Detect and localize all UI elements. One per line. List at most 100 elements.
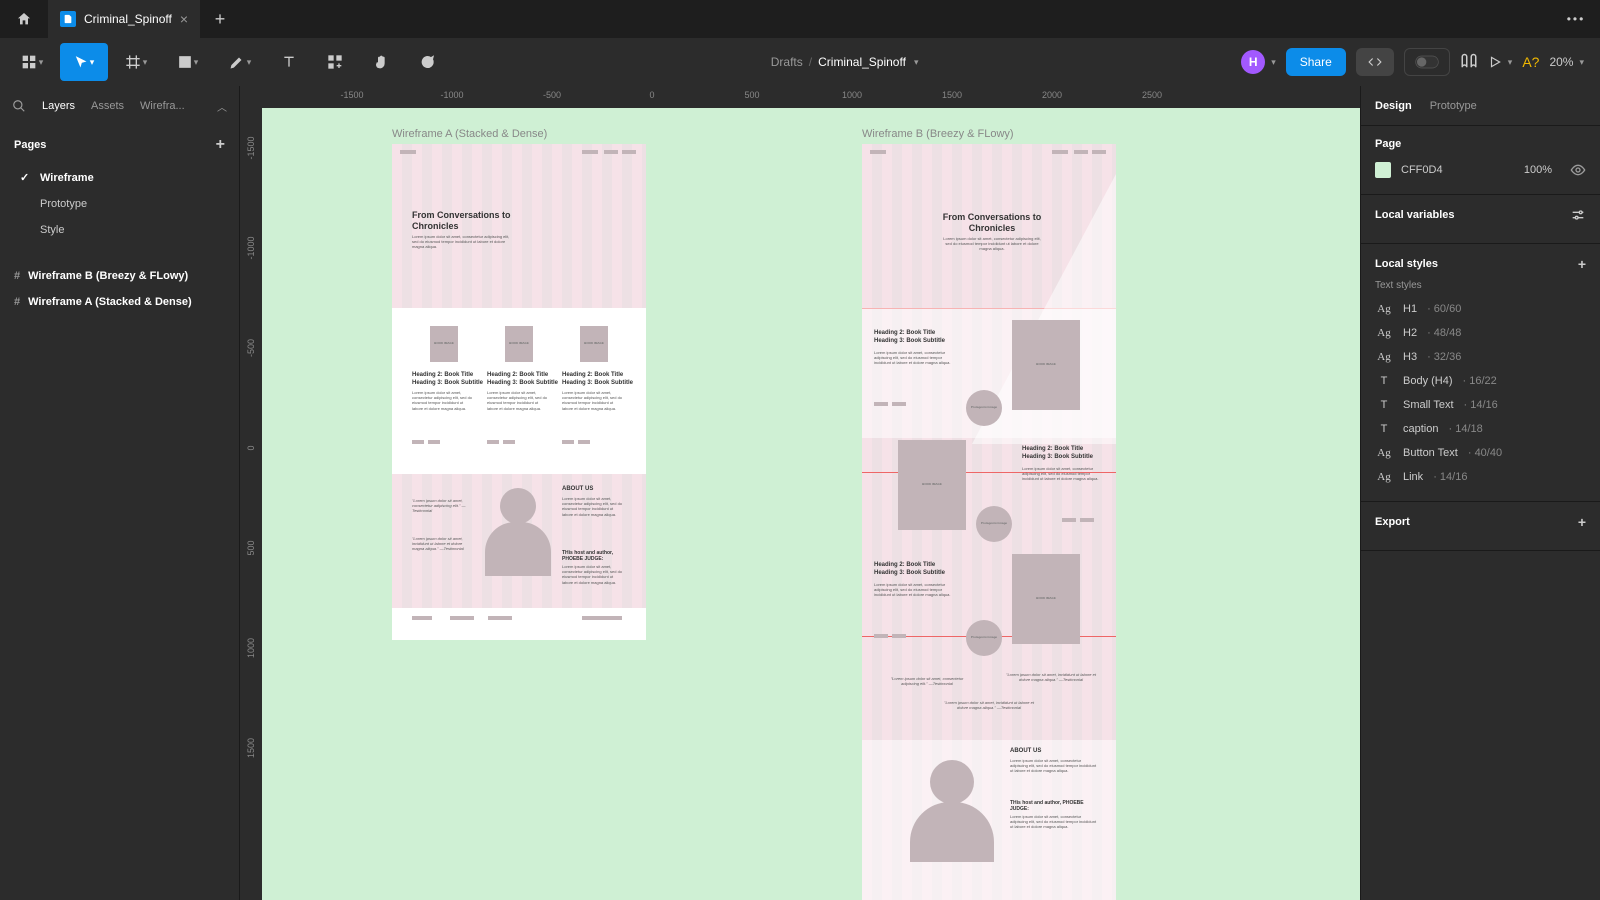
cta-pill bbox=[503, 440, 515, 444]
close-icon[interactable]: × bbox=[180, 11, 188, 27]
search-icon[interactable] bbox=[12, 99, 26, 113]
frame-tool-button[interactable]: ▾ bbox=[112, 43, 160, 81]
comment-tool-button[interactable] bbox=[406, 43, 448, 81]
ready-toggle[interactable] bbox=[1404, 48, 1450, 76]
chevron-down-icon: ▾ bbox=[143, 57, 148, 68]
wireframe-b[interactable]: From Conversations to Chronicles Lorem i… bbox=[862, 144, 1116, 900]
chevron-down-icon[interactable]: ▾ bbox=[914, 57, 919, 68]
body: Lorem ipsum dolor sit amet, consectetur … bbox=[874, 582, 958, 598]
chevron-down-icon: ▾ bbox=[90, 57, 95, 68]
eye-icon[interactable] bbox=[1570, 162, 1586, 178]
page-tab[interactable]: Wirefra... bbox=[140, 100, 185, 112]
add-style-button[interactable]: + bbox=[1578, 256, 1586, 272]
text-icon bbox=[281, 54, 297, 70]
book1-body: Lorem ipsum dolor sit amet, consectetur … bbox=[412, 390, 474, 411]
page-item[interactable]: Style bbox=[0, 217, 239, 243]
wireframe-a[interactable]: From Conversations to Chronicles Lorem i… bbox=[392, 144, 646, 640]
text-tool-button[interactable] bbox=[268, 43, 310, 81]
left-panel-tabs: Layers Assets Wirefra... ︿ bbox=[0, 86, 239, 126]
book-icon bbox=[1460, 53, 1478, 71]
zoom-control[interactable]: 20% ▾ bbox=[1549, 55, 1584, 69]
text-style-item[interactable]: AgH1 · 60/60 bbox=[1375, 297, 1586, 321]
library-button[interactable] bbox=[1460, 53, 1478, 71]
wf-a-about: "Lorem ipsum dolor sit amet, consectetur… bbox=[392, 474, 646, 604]
sliders-icon[interactable] bbox=[1570, 207, 1586, 223]
text-style-item[interactable]: TBody (H4) · 16/22 bbox=[1375, 369, 1586, 393]
add-page-button[interactable]: + bbox=[216, 136, 225, 154]
nav-pill bbox=[604, 150, 618, 154]
pen-tool-button[interactable]: ▾ bbox=[216, 43, 264, 81]
book1-h2: Heading 2: Book Title bbox=[412, 372, 473, 379]
layer-item[interactable]: #Wireframe B (Breezy & FLowy) bbox=[0, 263, 239, 289]
breadcrumb-file[interactable]: Criminal_Spinoff bbox=[818, 55, 906, 69]
user-menu[interactable]: H ▾ bbox=[1241, 50, 1276, 74]
hand-icon bbox=[373, 54, 389, 70]
footer-pill bbox=[488, 616, 512, 620]
text-style-item[interactable]: AgH3 · 32/36 bbox=[1375, 345, 1586, 369]
present-button[interactable]: ▾ bbox=[1488, 55, 1513, 69]
book-img: BOOK IMAGE bbox=[898, 440, 966, 530]
nav-pill bbox=[1074, 150, 1088, 154]
home-button[interactable] bbox=[0, 0, 48, 38]
right-panel: Design Prototype Page CFF0D4 100% Local … bbox=[1360, 86, 1600, 900]
prototype-tab[interactable]: Prototype bbox=[1430, 100, 1477, 112]
text-style-item[interactable]: AgLink · 14/16 bbox=[1375, 465, 1586, 489]
overflow-menu-button[interactable]: ••• bbox=[1552, 0, 1600, 38]
book3-h2: Heading 2: Book Title bbox=[562, 372, 623, 379]
body: Lorem ipsum dolor sit amet, consectetur … bbox=[874, 350, 958, 366]
frame-b-label[interactable]: Wireframe B (Breezy & FLowy) bbox=[862, 128, 1014, 140]
dev-mode-button[interactable] bbox=[1356, 48, 1394, 76]
move-tool-button[interactable]: ▾ bbox=[60, 43, 108, 81]
book-img: BOOK IMAGE bbox=[1012, 320, 1080, 410]
main-menu-button[interactable]: ▾ bbox=[8, 43, 56, 81]
layer-item[interactable]: #Wireframe A (Stacked & Dense) bbox=[0, 289, 239, 315]
local-styles-label: Local styles bbox=[1375, 258, 1438, 270]
color-swatch[interactable] bbox=[1375, 162, 1391, 178]
hand-tool-button[interactable] bbox=[360, 43, 402, 81]
breadcrumb-separator: / bbox=[809, 55, 812, 69]
about-heading: ABOUT US bbox=[1010, 748, 1041, 755]
design-tab[interactable]: Design bbox=[1375, 100, 1412, 112]
shape-tool-button[interactable]: ▾ bbox=[164, 43, 212, 81]
page-color-row[interactable]: CFF0D4 100% bbox=[1375, 158, 1586, 182]
file-tab[interactable]: Criminal_Spinoff × bbox=[48, 0, 200, 38]
host-line: THis host and author, PHOEBE JUDGE: bbox=[1010, 800, 1100, 812]
left-panel: Layers Assets Wirefra... ︿ Pages + ✓Wire… bbox=[0, 86, 240, 900]
book3-body: Lorem ipsum dolor sit amet, consectetur … bbox=[562, 390, 624, 411]
zoom-value: 20% bbox=[1549, 55, 1573, 69]
assets-tab[interactable]: Assets bbox=[91, 100, 124, 112]
local-variables-label: Local variables bbox=[1375, 209, 1455, 221]
layers-tab[interactable]: Layers bbox=[42, 100, 75, 112]
missing-fonts-badge[interactable]: A? bbox=[1522, 54, 1539, 70]
wf-a-footer bbox=[392, 608, 646, 640]
nav-pill bbox=[1092, 150, 1106, 154]
text-style-item[interactable]: Tcaption · 14/18 bbox=[1375, 417, 1586, 441]
canvas[interactable]: -1500-1000-50005001000150020002500 -1500… bbox=[240, 86, 1360, 900]
text-style-item[interactable]: AgH2 · 48/48 bbox=[1375, 321, 1586, 345]
share-button[interactable]: Share bbox=[1286, 48, 1346, 76]
footer-pill bbox=[582, 616, 622, 620]
breadcrumb-drafts[interactable]: Drafts bbox=[771, 55, 803, 69]
chevron-down-icon: ▾ bbox=[1271, 57, 1276, 68]
export-label: Export bbox=[1375, 516, 1410, 528]
resources-button[interactable] bbox=[314, 43, 356, 81]
quote2: "Lorem ipsum dolor sit amet, incididunt … bbox=[412, 536, 474, 552]
canvas-viewport[interactable]: Wireframe A (Stacked & Dense) From Conve… bbox=[262, 108, 1360, 900]
new-tab-button[interactable]: + bbox=[200, 0, 240, 38]
chevron-down-icon: ▾ bbox=[39, 57, 44, 68]
page-item[interactable]: Prototype bbox=[0, 191, 239, 217]
chevron-up-icon[interactable]: ︿ bbox=[217, 99, 227, 114]
page-item[interactable]: ✓Wireframe bbox=[0, 164, 239, 191]
chevron-down-icon: ▾ bbox=[1579, 57, 1584, 68]
protag-circle: Protagonist image bbox=[966, 620, 1002, 656]
rectangle-icon bbox=[178, 55, 192, 69]
hero-body: Lorem ipsum dolor sit amet, consectetur … bbox=[412, 234, 512, 250]
add-export-button[interactable]: + bbox=[1578, 514, 1586, 530]
footer-pill bbox=[450, 616, 474, 620]
book-img-3: BOOK IMAGE bbox=[580, 326, 608, 362]
text-style-item[interactable]: TSmall Text · 14/16 bbox=[1375, 393, 1586, 417]
local-variables-section: Local variables bbox=[1361, 195, 1600, 244]
text-style-item[interactable]: AgButton Text · 40/40 bbox=[1375, 441, 1586, 465]
avatar-body bbox=[485, 522, 551, 576]
frame-a-label[interactable]: Wireframe A (Stacked & Dense) bbox=[392, 128, 547, 140]
